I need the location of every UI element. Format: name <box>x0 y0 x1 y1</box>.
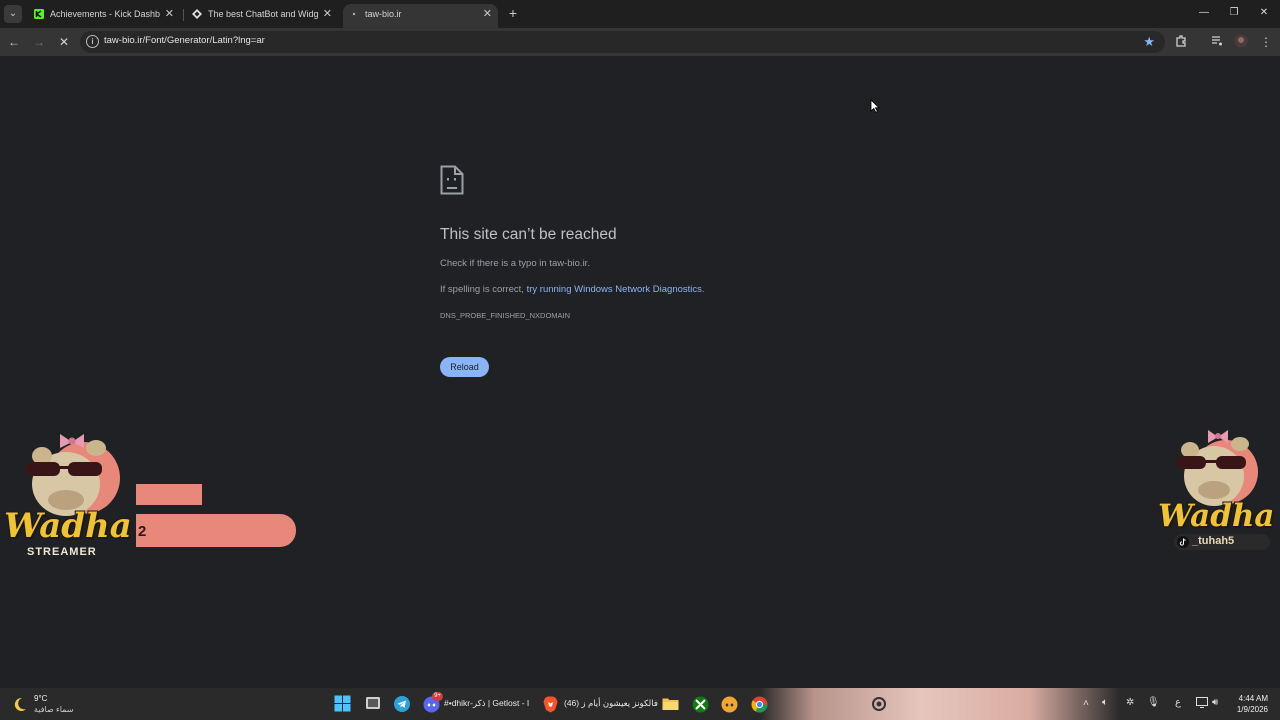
folder-icon <box>662 698 679 710</box>
error-title: This site can’t be reached <box>440 226 617 243</box>
obs-taskbar-button[interactable] <box>871 696 887 712</box>
stop-loading-icon[interactable]: ✕ <box>56 34 72 50</box>
error-code: DNS_PROBE_FINISHED_NXDOMAIN <box>440 311 571 320</box>
tab-title: Achievements - Kick Dashboard <box>50 9 160 19</box>
error-page: This site can’t be reached Check if ther… <box>0 57 1280 688</box>
wadha-logo-text: Wadha <box>1158 498 1275 534</box>
extensions-icon[interactable] <box>1173 34 1189 50</box>
brave-taskbar-button[interactable] <box>543 696 558 713</box>
reload-button[interactable]: Reload <box>440 357 489 377</box>
xbox-icon <box>692 696 709 713</box>
streamer-subtitle: STREAMER <box>27 546 97 558</box>
error-hint-diagnostics: If spelling is correct, try running Wind… <box>440 284 705 295</box>
chrome-icon <box>751 696 768 713</box>
clock-time: 4:44 AM <box>1238 694 1268 703</box>
start-button[interactable] <box>334 695 351 712</box>
tiktok-handle: _tuhah5 <box>1192 535 1235 547</box>
camel-mascot-icon <box>1176 430 1258 506</box>
moon-icon <box>14 697 26 711</box>
chrome-taskbar-button[interactable] <box>751 696 768 713</box>
kick-icon <box>34 9 44 19</box>
tiktok-icon <box>1177 536 1189 548</box>
discord-notification-badge: 9+ <box>432 692 443 701</box>
tray-speaker-icon[interactable]: 🔈︎ <box>1102 697 1108 708</box>
tab-close-icon[interactable]: ✕ <box>323 4 332 24</box>
tab-close-icon[interactable]: ✕ <box>483 4 492 24</box>
network-diagnostics-link[interactable]: try running Windows Network Diagnostics <box>527 284 702 295</box>
sad-page-icon <box>440 165 464 195</box>
browser-menu-icon[interactable]: ⋮ <box>1258 34 1274 50</box>
tab-chatbot-widgets[interactable]: The best ChatBot and Widgets ✕ <box>186 4 338 28</box>
windows-logo-icon <box>334 695 351 712</box>
tab-strip: ⌄ Achievements - Kick Dashboard ✕ The be… <box>0 0 1280 28</box>
telegram-taskbar-button[interactable] <box>394 696 410 712</box>
new-tab-button[interactable]: + <box>505 5 521 21</box>
error-hint-typo: Check if there is a typo in taw-bio.ir. <box>440 258 590 269</box>
screen: ⌄ Achievements - Kick Dashboard ✕ The be… <box>0 0 1280 720</box>
maximize-button[interactable]: ❐ <box>1227 6 1241 20</box>
discord-alt-taskbar-button[interactable] <box>721 696 738 713</box>
stream-overlay-right: Wadha _tuhah5 <box>1150 420 1280 560</box>
tab-close-icon[interactable]: ✕ <box>165 4 174 24</box>
tray-settings-icon[interactable]: ✲ <box>1126 697 1134 708</box>
botrix-icon <box>192 9 202 19</box>
minimize-button[interactable]: — <box>1197 6 1211 20</box>
tray-network-icon[interactable] <box>1196 697 1208 711</box>
forward-arrow-icon[interactable]: → <box>31 34 47 50</box>
file-explorer-button[interactable] <box>662 697 679 711</box>
bookmark-star-icon[interactable]: ★ <box>1143 34 1155 50</box>
url-text[interactable]: taw-bio.ir/Font/Generator/Latin?lng=ar <box>104 35 265 46</box>
back-arrow-icon[interactable]: ← <box>6 34 22 50</box>
alert-count: 2 <box>138 523 147 540</box>
tray-volume-icon[interactable]: 🔊︎ <box>1212 697 1218 708</box>
input-language-indicator[interactable]: ع <box>1175 697 1181 708</box>
media-controls-icon[interactable] <box>1209 34 1225 50</box>
tab-title: taw-bio.ir <box>365 9 402 19</box>
tab-kick-dashboard[interactable]: Achievements - Kick Dashboard ✕ <box>28 4 180 28</box>
loading-icon <box>352 12 356 16</box>
address-bar[interactable]: i taw-bio.ir/Font/Generator/Latin?lng=ar… <box>80 31 1165 53</box>
alert-header-box <box>136 484 202 505</box>
chat-app-icon <box>721 696 738 713</box>
overlay-photo-strip <box>760 688 1120 720</box>
diagnostics-suffix: . <box>701 284 705 295</box>
tab-taw-bio[interactable]: taw-bio.ir ✕ <box>343 4 498 28</box>
close-window-button[interactable]: ✕ <box>1257 6 1271 20</box>
weather-temp: 9°C <box>34 694 48 703</box>
tab-search-button[interactable]: ⌄ <box>4 5 22 23</box>
task-view-icon <box>366 697 380 709</box>
clock-date: 1/9/2026 <box>1236 705 1268 714</box>
tray-microphone-icon[interactable]: 🎙︎ <box>1147 697 1160 708</box>
tab-divider <box>183 9 184 21</box>
profile-avatar[interactable] <box>1233 34 1249 50</box>
tray-overflow-chevron-icon[interactable]: ˄ <box>1083 698 1089 709</box>
xbox-taskbar-button[interactable] <box>692 696 709 713</box>
site-info-icon[interactable]: i <box>86 35 99 48</box>
task-view-button[interactable] <box>365 696 381 710</box>
browser-toolbar: ← → ✕ i taw-bio.ir/Font/Generator/Latin?… <box>0 28 1280 56</box>
mouse-cursor-icon <box>870 99 880 113</box>
tab-title: The best ChatBot and Widgets <box>208 9 318 19</box>
handle-badge: _tuhah5 <box>1174 534 1270 550</box>
settings-gear-icon <box>872 697 886 711</box>
weather-description: سماء صافية <box>34 705 74 714</box>
brave-window-title[interactable]: (46) فالكونز يعيشون أيام ز <box>564 698 658 709</box>
telegram-icon <box>394 696 410 712</box>
taskbar-clock[interactable]: 4:44 AM 1/9/2026 <box>1237 693 1268 715</box>
discord-window-title[interactable]: #•dhikr-ذكر | Getlost - I <box>444 698 529 709</box>
diagnostics-prefix: If spelling is correct, <box>440 284 527 295</box>
alert-bar <box>136 514 296 547</box>
wadha-logo-text: Wadha <box>4 506 132 546</box>
brave-lion-icon <box>543 696 558 713</box>
